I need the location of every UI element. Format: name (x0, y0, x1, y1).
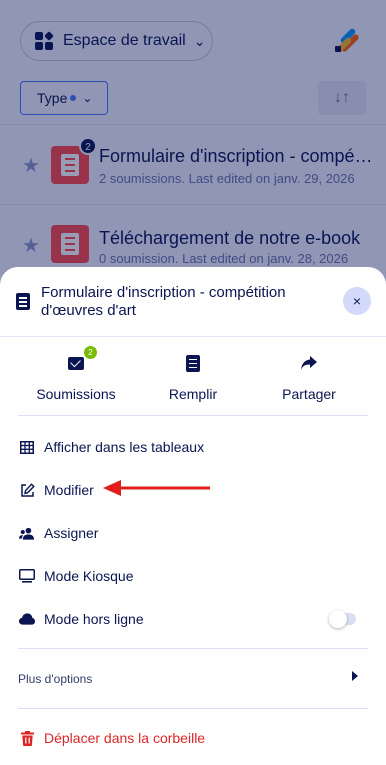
menu-item-kiosk[interactable]: Mode Kiosque (0, 556, 386, 596)
menu-item-offline[interactable]: Mode hors ligne (0, 599, 386, 639)
more-options-link[interactable]: Plus d'options (18, 672, 92, 686)
menu-item-assign[interactable]: Assigner (0, 513, 386, 553)
monitor-icon (19, 568, 35, 584)
menu-item-label: Modifier (44, 482, 94, 498)
annotation-arrow-icon (103, 480, 210, 496)
table-icon (19, 439, 35, 455)
share-action[interactable]: Partager (249, 351, 369, 402)
menu-item-label: Afficher dans les tableaux (44, 439, 205, 455)
chevron-right-icon[interactable] (352, 671, 358, 681)
envelope-check-icon (68, 356, 84, 370)
cloud-icon (19, 611, 35, 627)
divider (18, 415, 368, 416)
trash-icon (19, 730, 35, 746)
menu-item-trash[interactable]: Déplacer dans la corbeille (0, 718, 386, 758)
menu-item-label: Assigner (44, 525, 99, 541)
edit-icon (19, 482, 35, 498)
form-icon (16, 293, 30, 310)
menu-item-label: Déplacer dans la corbeille (44, 730, 206, 746)
fill-label: Remplir (168, 386, 218, 402)
sheet-title: Formulaire d'inscription - compétition d… (41, 284, 286, 319)
divider (18, 708, 368, 709)
sheet-header: Formulaire d'inscription - compétition d… (0, 267, 386, 337)
close-button[interactable]: × (343, 287, 371, 315)
submissions-action[interactable]: 2 Soumissions (16, 346, 136, 402)
offline-mode-toggle[interactable] (329, 610, 356, 628)
users-icon (19, 525, 35, 541)
close-icon: × (352, 293, 362, 309)
form-actions-sheet: Formulaire d'inscription - compétition d… (0, 267, 386, 765)
share-arrow-icon (301, 356, 317, 370)
fill-action[interactable]: Remplir (133, 351, 253, 402)
menu-item-label: Mode Kiosque (44, 568, 134, 584)
form-icon (186, 354, 200, 372)
submissions-label: Soumissions (36, 386, 116, 402)
share-label: Partager (282, 386, 336, 402)
quick-actions: 2 Soumissions Remplir Partager (0, 346, 386, 411)
menu-item-tables[interactable]: Afficher dans les tableaux (0, 427, 386, 467)
menu-item-label: Mode hors ligne (44, 611, 144, 627)
divider (18, 648, 368, 649)
submissions-badge: 2 (84, 346, 97, 359)
